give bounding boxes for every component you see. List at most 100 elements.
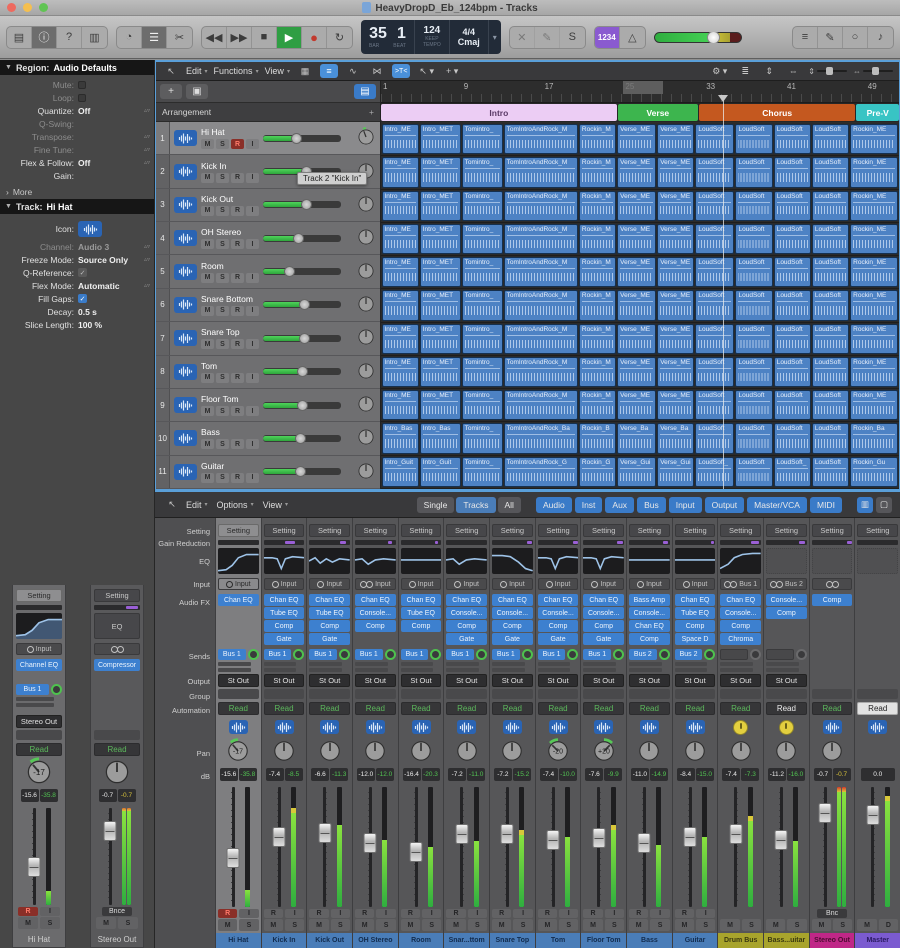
- input-monitor-button[interactable]: I: [696, 909, 715, 918]
- pan-knob[interactable]: [636, 738, 662, 766]
- volume-fader[interactable]: [774, 787, 788, 907]
- track-header-row[interactable]: 9Floor TomMSRI: [156, 389, 380, 422]
- pencil-button[interactable]: ✎: [535, 27, 560, 48]
- mixer-strip[interactable]: SettingInputChan EQTube EQCompGateBus 1S…: [306, 518, 352, 948]
- input-monitor-button[interactable]: I: [246, 273, 259, 283]
- audio-fx-plugin-button[interactable]: Chan EQ: [720, 594, 761, 606]
- audio-fx-plugin-button[interactable]: Comp: [629, 633, 670, 645]
- mute-button[interactable]: M: [766, 919, 785, 931]
- audio-fx-plugin-button[interactable]: Console...: [583, 607, 624, 619]
- audio-region[interactable]: Tomintro_: [462, 157, 503, 187]
- eq-thumbnail[interactable]: [766, 548, 807, 574]
- pan-knob[interactable]: [682, 738, 708, 766]
- mixer-strip[interactable]: SettingInputChan EQTube EQCompGateBus 1S…: [261, 518, 307, 948]
- fader-cap[interactable]: [364, 833, 377, 853]
- audio-region[interactable]: LoudSoft: [695, 290, 734, 320]
- cycle-region[interactable]: [623, 81, 663, 94]
- checkbox[interactable]: [78, 81, 86, 89]
- add-arrangement-marker-button[interactable]: +: [369, 107, 374, 117]
- mute-button[interactable]: M: [201, 273, 214, 283]
- slider-handle[interactable]: [826, 67, 833, 75]
- arrangement-marker[interactable]: Intro: [381, 104, 617, 121]
- audio-fx-plugin-button[interactable]: Tube EQ: [401, 607, 442, 619]
- track-header-row[interactable]: 11GuitarMSRI: [156, 456, 380, 489]
- audio-region[interactable]: LoudSoft: [812, 457, 849, 487]
- close-window-icon[interactable]: [7, 3, 16, 12]
- group-slot[interactable]: [538, 689, 579, 699]
- volume-slider-handle[interactable]: [297, 366, 308, 377]
- audio-region[interactable]: Rockin_B: [579, 423, 616, 453]
- volume-fader[interactable]: [409, 787, 423, 907]
- audio-region[interactable]: Rockin_ME: [850, 157, 898, 187]
- audio-region[interactable]: LoudSoft: [774, 224, 811, 254]
- mute-button[interactable]: M: [201, 206, 214, 216]
- audio-region[interactable]: LoudSoft: [695, 357, 734, 387]
- send-bus-button[interactable]: Bus 1: [16, 684, 49, 695]
- input-slot[interactable]: Input: [16, 643, 62, 655]
- pan-knob[interactable]: [317, 738, 343, 766]
- filter-audio-button[interactable]: Audio: [536, 497, 572, 513]
- volume-slider-handle[interactable]: [284, 266, 295, 277]
- audio-region[interactable]: LoudSoft: [695, 257, 734, 287]
- audio-region[interactable]: TomIntroAndRock_M: [504, 157, 578, 187]
- record-button[interactable]: ●: [302, 27, 327, 48]
- send-empty-button[interactable]: [720, 649, 748, 660]
- minimize-window-icon[interactable]: [23, 3, 32, 12]
- solo-button[interactable]: D: [879, 919, 898, 931]
- audio-region[interactable]: Rockin_M: [579, 124, 616, 154]
- output-button[interactable]: St Out: [492, 674, 533, 687]
- automation-read-button[interactable]: Read: [812, 702, 853, 715]
- input-monitor-button[interactable]: I: [246, 339, 259, 349]
- solo-button[interactable]: S: [742, 919, 761, 931]
- forward-button[interactable]: ▶▶: [227, 27, 252, 48]
- fader-cap[interactable]: [819, 803, 832, 823]
- audio-fx-plugin-button[interactable]: Console...: [720, 607, 761, 619]
- automation-read-button[interactable]: Read: [857, 702, 898, 715]
- mute-button[interactable]: M: [201, 139, 214, 149]
- audio-fx-plugin-button[interactable]: Gate: [583, 633, 624, 645]
- eq-thumbnail[interactable]: [492, 548, 533, 574]
- output-button[interactable]: St Out: [720, 674, 761, 687]
- audio-region[interactable]: Tomintro_: [462, 124, 503, 154]
- list-editors-button[interactable]: ≡: [793, 27, 818, 48]
- audio-region[interactable]: LoudSoft: [695, 224, 734, 254]
- audio-region[interactable]: Intro_MET: [420, 357, 461, 387]
- audio-region[interactable]: Tomintro_: [462, 224, 503, 254]
- audio-region[interactable]: Intro_ME: [382, 191, 419, 221]
- filter-aux-button[interactable]: Aux: [605, 497, 634, 513]
- output-button[interactable]: St Out: [629, 674, 670, 687]
- input-slot[interactable]: Input: [401, 578, 442, 590]
- audio-region[interactable]: Verse_ME: [617, 224, 656, 254]
- fader-cap[interactable]: [410, 842, 423, 862]
- channel-setting-button[interactable]: Setting: [264, 524, 305, 537]
- mixer-strip[interactable]: SettingRead0.0MDMaster: [854, 518, 900, 948]
- inspector-button[interactable]: ⓘ: [32, 27, 57, 48]
- stepper-icon[interactable]: ▵▿: [144, 159, 150, 166]
- audio-fx-plugin-button[interactable]: Console...: [629, 607, 670, 619]
- horizontal-zoom-slider[interactable]: ⇔: [853, 67, 893, 76]
- menu-view[interactable]: View▾: [265, 66, 290, 76]
- audio-region[interactable]: Verse_Ba: [657, 423, 694, 453]
- bar-ruler[interactable]: 191725334149: [381, 81, 899, 103]
- send-knob[interactable]: [476, 649, 487, 660]
- channel-setting-button[interactable]: Setting: [16, 589, 62, 602]
- record-enable-button[interactable]: R: [231, 306, 244, 316]
- grid-view-button[interactable]: ▦: [296, 64, 314, 78]
- pan-knob[interactable]: [356, 361, 376, 383]
- send-knob[interactable]: [522, 649, 533, 660]
- crossfade-button[interactable]: ⋈: [368, 64, 386, 78]
- narrow-view-button[interactable]: ▥: [857, 497, 873, 513]
- channel-setting-button[interactable]: Setting: [446, 524, 487, 537]
- audio-region[interactable]: Rockin_ME: [850, 290, 898, 320]
- audio-region[interactable]: Rockin_M: [579, 390, 616, 420]
- output-button[interactable]: St Out: [675, 674, 716, 687]
- audio-region[interactable]: Verse_Gui: [617, 457, 656, 487]
- audio-region[interactable]: Intro_ME: [382, 224, 419, 254]
- mute-button[interactable]: M: [675, 919, 694, 931]
- eq-thumbnail[interactable]: [16, 613, 62, 639]
- volume-slider-handle[interactable]: [297, 400, 308, 411]
- input-slot[interactable]: Input: [446, 578, 487, 590]
- volume-slider-handle[interactable]: [295, 466, 306, 477]
- apple-loops-button[interactable]: ○: [843, 27, 868, 48]
- crosshair-tool-button[interactable]: + ▾: [443, 64, 461, 78]
